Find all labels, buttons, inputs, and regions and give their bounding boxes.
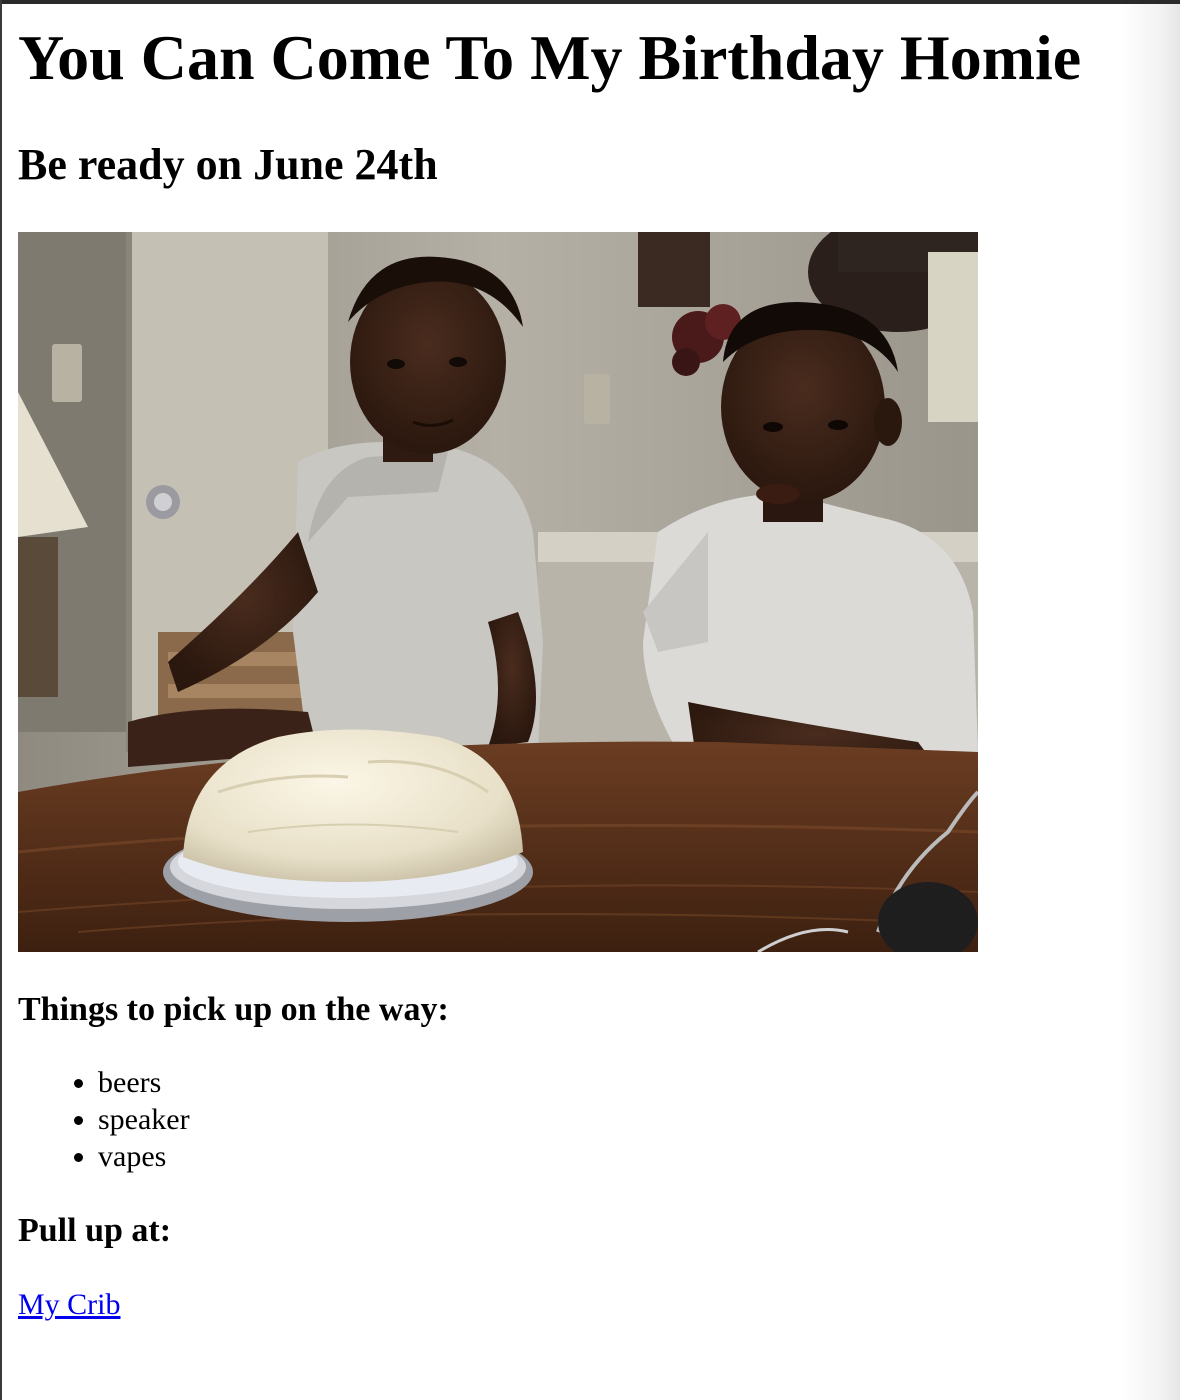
pickup-list: beers speaker vapes (18, 1064, 1118, 1175)
list-item: speaker (98, 1101, 1118, 1138)
window-left-border (0, 0, 2, 1400)
pickup-heading: Things to pick up on the way: (18, 991, 449, 1028)
birthday-photo (18, 232, 978, 952)
location-link[interactable]: My Crib (18, 1288, 121, 1321)
list-item: beers (98, 1064, 1118, 1101)
page-title: You Can Come To My Birthday Homie (18, 22, 1082, 93)
location-heading: Pull up at: (18, 1212, 172, 1249)
scrollbar-shadow (1120, 4, 1180, 1400)
page-subtitle: Be ready on June 24th (18, 140, 438, 189)
location-paragraph: My Crib (18, 1287, 1118, 1323)
list-item: vapes (98, 1138, 1118, 1175)
page-content: You Can Come To My Birthday Homie Be rea… (18, 4, 1118, 1323)
